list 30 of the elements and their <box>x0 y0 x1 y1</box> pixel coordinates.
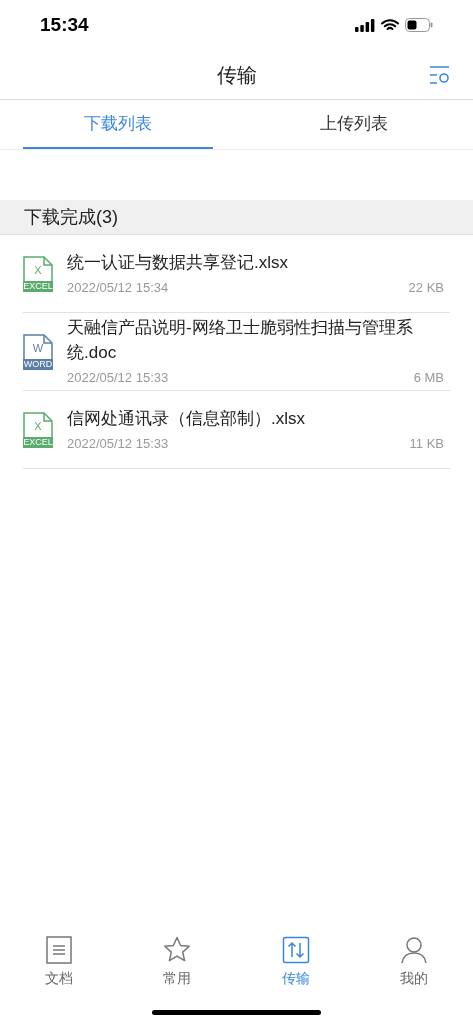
section-header: 下载完成(3) <box>0 200 473 235</box>
transfer-icon <box>281 936 310 964</box>
settings-button[interactable] <box>429 65 451 85</box>
nav-tab[interactable]: 我的 <box>354 924 473 992</box>
file-date: 2022/05/12 15:34 <box>67 278 169 297</box>
nav-tab[interactable]: 传输 <box>236 924 355 992</box>
wifi-icon <box>381 18 399 32</box>
file-date: 2022/05/12 15:33 <box>67 369 169 388</box>
file-size: 6 MB <box>413 369 445 388</box>
file-icon: W WORD <box>23 333 53 370</box>
document-icon <box>45 936 74 964</box>
file-date: 2022/05/12 15:33 <box>67 434 169 453</box>
battery-icon <box>405 18 433 32</box>
status-time: 15:34 <box>40 12 89 37</box>
nav-tab[interactable]: 文档 <box>0 924 119 992</box>
file-size: 11 KB <box>409 434 445 453</box>
page-title: 传输 <box>216 62 257 88</box>
tab[interactable]: 下载列表 <box>23 100 213 149</box>
file-name: 信网处通讯录（信息部制）.xlsx <box>67 407 306 430</box>
file-name: 天融信产品说明-网络卫士脆弱性扫描与管理系统.doc <box>67 317 414 365</box>
file-name: 统一认证与数据共享登记.xlsx <box>67 251 289 274</box>
star-icon <box>163 936 192 964</box>
signal-icon <box>355 18 375 32</box>
settings-icon <box>429 65 451 85</box>
file-icon: X EXCEL <box>23 411 53 448</box>
file-size: 22 KB <box>408 278 445 297</box>
person-icon <box>399 936 428 964</box>
file-icon: X EXCEL <box>23 255 53 292</box>
nav-tab[interactable]: 常用 <box>118 924 237 992</box>
tab[interactable]: 上传列表 <box>259 100 449 149</box>
